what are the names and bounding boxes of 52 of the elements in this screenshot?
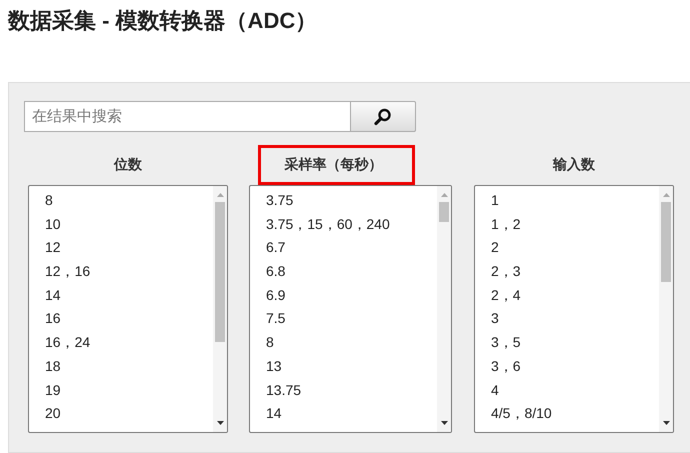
scroll-up-icon[interactable] bbox=[216, 193, 224, 197]
list-item[interactable]: 12，16 bbox=[45, 261, 213, 285]
scroll-thumb[interactable] bbox=[215, 202, 225, 342]
list-item[interactable]: 1 bbox=[491, 190, 659, 214]
column-heading: 输入数 bbox=[552, 156, 596, 174]
list-box[interactable]: 1 1，2 2 2，3 2，4 3 3，5 3，6 4 4/5，8/10 bbox=[474, 185, 674, 433]
column-heading: 位数 bbox=[112, 156, 143, 174]
list-item[interactable]: 2 bbox=[491, 237, 659, 262]
scroll-up-icon[interactable] bbox=[662, 193, 670, 197]
scrollbar[interactable] bbox=[659, 186, 673, 432]
search-button[interactable] bbox=[350, 101, 416, 132]
scroll-down-icon[interactable] bbox=[216, 421, 224, 425]
list-item[interactable]: 16 bbox=[45, 308, 213, 332]
list-item[interactable]: 7.5 bbox=[266, 308, 437, 332]
search-icon bbox=[373, 106, 393, 126]
list-item[interactable]: 19 bbox=[45, 380, 213, 404]
scrollbar[interactable] bbox=[437, 186, 451, 432]
list-item[interactable]: 4/5，8/10 bbox=[491, 403, 659, 427]
list-item[interactable]: 3，6 bbox=[491, 356, 659, 380]
list-item[interactable]: 13.75 bbox=[266, 380, 437, 404]
list-item[interactable]: 10 bbox=[45, 214, 213, 238]
page-title: 数据采集 - 模数转换器（ADC） bbox=[6, 7, 318, 35]
list-item[interactable]: 8 bbox=[45, 190, 213, 214]
list-item[interactable]: 6.9 bbox=[266, 284, 437, 308]
list-item[interactable]: 16，24 bbox=[45, 332, 213, 356]
list-item[interactable]: 2，4 bbox=[491, 284, 659, 308]
scroll-up-icon[interactable] bbox=[440, 193, 448, 197]
list-item[interactable]: 8 bbox=[266, 332, 437, 356]
list-item[interactable]: 14 bbox=[45, 284, 213, 308]
list-box[interactable]: 3.75 3.75，15，60，240 6.7 6.8 6.9 7.5 8 13 13.75 14 bbox=[249, 185, 452, 433]
scroll-thumb[interactable] bbox=[661, 202, 671, 282]
search-field[interactable]: 在结果中搜索 bbox=[24, 101, 350, 132]
list-item[interactable]: 14 bbox=[266, 403, 437, 427]
list-item[interactable]: 3.75，15，60，240 bbox=[266, 214, 437, 238]
list-item[interactable]: 6.8 bbox=[266, 261, 437, 285]
scroll-down-icon[interactable] bbox=[662, 421, 670, 425]
list-item[interactable]: 13 bbox=[266, 356, 437, 380]
list-item[interactable]: 18 bbox=[45, 356, 213, 380]
list-item[interactable]: 3 bbox=[491, 308, 659, 332]
list-item[interactable]: 1，2 bbox=[491, 214, 659, 238]
list-item[interactable]: 20 bbox=[45, 403, 213, 427]
column-heading: 采样率（每秒） bbox=[258, 145, 415, 185]
list-item[interactable]: 2，3 bbox=[491, 261, 659, 285]
list-item[interactable]: 3.75 bbox=[266, 190, 437, 214]
scroll-thumb[interactable] bbox=[439, 202, 449, 222]
scroll-down-icon[interactable] bbox=[440, 421, 448, 425]
list-item[interactable]: 12 bbox=[45, 237, 213, 262]
list-item[interactable]: 3，5 bbox=[491, 332, 659, 356]
list-item[interactable]: 6.7 bbox=[266, 237, 437, 262]
list-item[interactable]: 4 bbox=[491, 380, 659, 404]
scrollbar[interactable] bbox=[213, 186, 227, 432]
list-box[interactable]: 8 10 12 12，16 14 16 16，24 18 19 20 bbox=[28, 185, 228, 433]
